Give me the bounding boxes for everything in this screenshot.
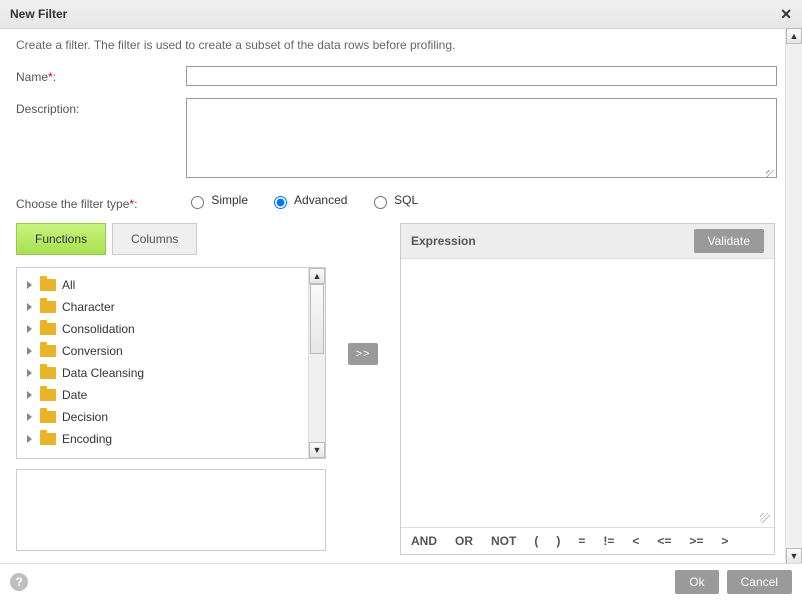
dialog-content: Create a filter. The filter is used to c… — [0, 28, 802, 564]
expression-builder: Functions Columns All Character Consolid… — [16, 223, 781, 555]
tree-item-date[interactable]: Date — [21, 384, 304, 406]
folder-icon — [40, 389, 56, 401]
new-filter-dialog: New Filter ✕ Create a filter. The filter… — [0, 0, 802, 600]
dialog-titlebar: New Filter ✕ — [0, 0, 802, 29]
builder-right: Expression Validate AND OR NOT ( ) — [400, 223, 775, 555]
filter-type-sql[interactable]: SQL — [369, 193, 418, 207]
builder-tabs: Functions Columns — [16, 223, 326, 255]
insert-button[interactable]: >> — [348, 343, 378, 365]
description-row: Description: — [16, 98, 781, 181]
op-ge[interactable]: >= — [689, 534, 703, 548]
folder-icon — [40, 367, 56, 379]
filter-type-options: Simple Advanced SQL — [186, 193, 436, 209]
tree-item-decision[interactable]: Decision — [21, 406, 304, 428]
op-or[interactable]: OR — [455, 534, 473, 548]
validate-button[interactable]: Validate — [694, 229, 764, 253]
description-label: Description: — [16, 98, 186, 116]
expand-icon[interactable] — [27, 435, 32, 443]
scroll-down-icon[interactable]: ▼ — [309, 442, 325, 458]
tree-item-conversion[interactable]: Conversion — [21, 340, 304, 362]
tree-item-data-cleansing[interactable]: Data Cleansing — [21, 362, 304, 384]
expand-icon[interactable] — [27, 413, 32, 421]
expression-panel: Expression Validate AND OR NOT ( ) — [400, 223, 775, 555]
expand-icon[interactable] — [27, 391, 32, 399]
scroll-thumb[interactable] — [310, 284, 324, 354]
dialog-title: New Filter — [10, 7, 67, 21]
op-not[interactable]: NOT — [491, 534, 516, 548]
description-input[interactable] — [186, 98, 777, 178]
scroll-down-icon[interactable]: ▼ — [786, 548, 802, 564]
filter-type-simple[interactable]: Simple — [186, 193, 248, 207]
expression-header: Expression Validate — [401, 224, 774, 259]
scroll-up-icon[interactable]: ▲ — [786, 28, 802, 44]
op-lt[interactable]: < — [632, 534, 639, 548]
close-icon[interactable]: ✕ — [780, 6, 792, 23]
expand-icon[interactable] — [27, 303, 32, 311]
builder-left: Functions Columns All Character Consolid… — [16, 223, 326, 555]
dialog-footer: ? Ok Cancel — [0, 563, 802, 600]
filter-type-advanced[interactable]: Advanced — [269, 193, 347, 207]
filter-type-label: Choose the filter type*: — [16, 193, 186, 211]
form-area: Create a filter. The filter is used to c… — [0, 28, 785, 564]
op-eq[interactable]: = — [578, 534, 585, 548]
tree-item-character[interactable]: Character — [21, 296, 304, 318]
cancel-button[interactable]: Cancel — [727, 570, 792, 594]
function-tree[interactable]: All Character Consolidation Conversion D… — [17, 268, 308, 458]
filter-type-row: Choose the filter type*: Simple Advanced… — [16, 193, 781, 211]
expand-icon[interactable] — [27, 369, 32, 377]
tree-item-encoding[interactable]: Encoding — [21, 428, 304, 450]
scroll-up-icon[interactable]: ▲ — [309, 268, 325, 284]
op-le[interactable]: <= — [657, 534, 671, 548]
name-input[interactable] — [186, 66, 777, 86]
function-detail-panel — [16, 469, 326, 551]
folder-icon — [40, 323, 56, 335]
tab-functions[interactable]: Functions — [16, 223, 106, 255]
expand-icon[interactable] — [27, 347, 32, 355]
tab-columns[interactable]: Columns — [112, 223, 197, 255]
expression-editor[interactable] — [401, 259, 774, 527]
expand-icon[interactable] — [27, 281, 32, 289]
dialog-scrollbar[interactable]: ▲ ▼ — [785, 28, 802, 564]
tree-item-consolidation[interactable]: Consolidation — [21, 318, 304, 340]
name-label: Name*: — [16, 66, 186, 84]
folder-icon — [40, 301, 56, 313]
op-ne[interactable]: != — [603, 534, 614, 548]
expression-title: Expression — [411, 234, 476, 248]
operator-row: AND OR NOT ( ) = != < <= >= > — [401, 527, 774, 554]
builder-mid: >> — [346, 223, 380, 555]
folder-icon — [40, 411, 56, 423]
help-icon[interactable]: ? — [10, 573, 28, 591]
tree-scrollbar[interactable]: ▲ ▼ — [308, 268, 325, 458]
function-tree-panel: All Character Consolidation Conversion D… — [16, 267, 326, 459]
ok-button[interactable]: Ok — [675, 570, 718, 594]
op-lparen[interactable]: ( — [534, 534, 538, 548]
op-gt[interactable]: > — [721, 534, 728, 548]
folder-icon — [40, 433, 56, 445]
expand-icon[interactable] — [27, 325, 32, 333]
resize-grip-icon[interactable] — [760, 513, 770, 523]
name-row: Name*: — [16, 66, 781, 86]
tree-item-all[interactable]: All — [21, 274, 304, 296]
intro-text: Create a filter. The filter is used to c… — [16, 38, 781, 52]
op-rparen[interactable]: ) — [556, 534, 560, 548]
folder-icon — [40, 279, 56, 291]
folder-icon — [40, 345, 56, 357]
op-and[interactable]: AND — [411, 534, 437, 548]
